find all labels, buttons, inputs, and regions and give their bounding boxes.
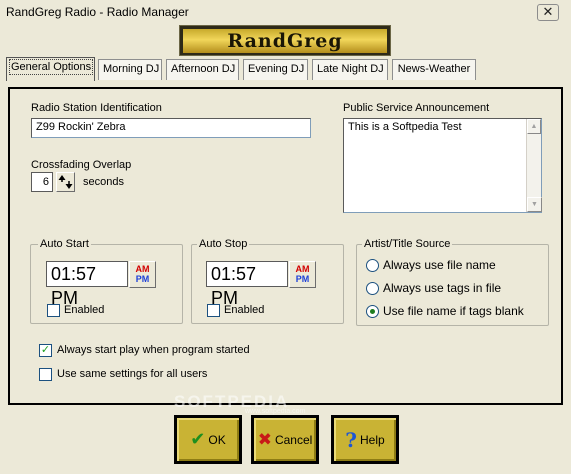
tab-label: Late Night DJ <box>317 63 384 75</box>
psa-label: Public Service Announcement <box>343 102 490 114</box>
crossfade-unit: seconds <box>83 176 124 188</box>
radio-file-name-if-blank[interactable] <box>366 305 379 318</box>
window-title: RandGreg Radio - Radio Manager <box>6 5 189 19</box>
artist-source-title: Artist/Title Source <box>362 238 453 250</box>
always-start-label: Always start play when program started <box>57 344 250 356</box>
radio-always-tags[interactable] <box>366 282 379 295</box>
crossfade-input[interactable]: 6 <box>31 172 53 192</box>
psa-text: This is a Softpedia Test <box>348 121 462 133</box>
tab-late-night-dj[interactable]: Late Night DJ <box>312 59 388 80</box>
tab-afternoon-dj[interactable]: Afternoon DJ <box>166 59 239 80</box>
auto-start-enabled-checkbox[interactable] <box>47 304 60 317</box>
auto-stop-ampm-button[interactable]: AM PM <box>289 261 316 288</box>
am-label: AM <box>135 264 150 274</box>
ok-button[interactable]: ✔ OK <box>174 415 242 464</box>
psa-scrollbar[interactable]: ▲ ▼ <box>526 119 542 212</box>
always-start-checkbox[interactable]: ✓ <box>39 344 52 357</box>
radio-label-always-file-name: Always use file name <box>383 258 496 272</box>
radio-label-always-tags: Always use tags in file <box>383 281 502 295</box>
crossfade-spinner[interactable] <box>56 172 75 192</box>
question-mark-icon: ? <box>345 427 358 452</box>
psa-textarea[interactable]: This is a Softpedia Test <box>343 118 542 213</box>
tab-general-options[interactable]: General Options <box>6 57 95 81</box>
tab-label: News-Weather <box>397 63 471 75</box>
auto-start-enabled-label: Enabled <box>64 304 105 316</box>
crossfade-label: Crossfading Overlap <box>31 159 132 171</box>
auto-start-title: Auto Start <box>38 238 91 250</box>
pm-label: PM <box>135 274 150 284</box>
spin-arrows-icon <box>58 175 73 189</box>
logo-text: RandGreg <box>183 28 387 53</box>
tab-label: General Options <box>8 59 94 75</box>
same-settings-checkbox[interactable] <box>39 368 52 381</box>
radio-always-file-name[interactable] <box>366 259 379 272</box>
tab-morning-dj[interactable]: Morning DJ <box>98 59 162 80</box>
help-label: Help <box>360 432 385 447</box>
radio-label-file-name-if-blank: Use file name if tags blank <box>383 304 524 318</box>
tab-label: Morning DJ <box>103 63 160 75</box>
scroll-down-arrow-icon[interactable]: ▼ <box>527 197 542 212</box>
auto-stop-title: Auto Stop <box>197 238 250 250</box>
cancel-x-icon: ✖ <box>257 429 272 449</box>
auto-start-time[interactable]: 01:57 PM <box>46 261 128 308</box>
auto-stop-time[interactable]: 01:57 PM <box>206 261 288 308</box>
app-logo: RandGreg <box>179 25 391 56</box>
station-id-input[interactable]: Z99 Rockin' Zebra <box>31 118 311 138</box>
scroll-up-arrow-icon[interactable]: ▲ <box>527 119 541 134</box>
close-button[interactable]: ✕ <box>537 4 559 21</box>
cancel-button[interactable]: ✖ Cancel <box>251 415 319 464</box>
radio-selected-dot <box>370 309 375 314</box>
checkmark-icon: ✓ <box>40 344 51 356</box>
ok-label: OK <box>208 432 226 447</box>
tab-evening-dj[interactable]: Evening DJ <box>243 59 308 80</box>
checkmark-icon: ✔ <box>190 429 206 449</box>
help-button[interactable]: ? Help <box>331 415 399 464</box>
am-label: AM <box>295 264 310 274</box>
pm-label: PM <box>295 274 310 284</box>
auto-start-ampm-button[interactable]: AM PM <box>129 261 156 288</box>
station-id-label: Radio Station Identification <box>31 102 162 114</box>
auto-stop-enabled-checkbox[interactable] <box>207 304 220 317</box>
tab-news-weather[interactable]: News-Weather <box>392 59 476 80</box>
auto-stop-enabled-label: Enabled <box>224 304 265 316</box>
tab-label: Evening DJ <box>248 63 305 75</box>
same-settings-label: Use same settings for all users <box>57 368 208 380</box>
tab-label: Afternoon DJ <box>171 63 236 75</box>
softpedia-url: www.softpedia.com <box>245 408 306 415</box>
cancel-label: Cancel <box>274 432 313 447</box>
